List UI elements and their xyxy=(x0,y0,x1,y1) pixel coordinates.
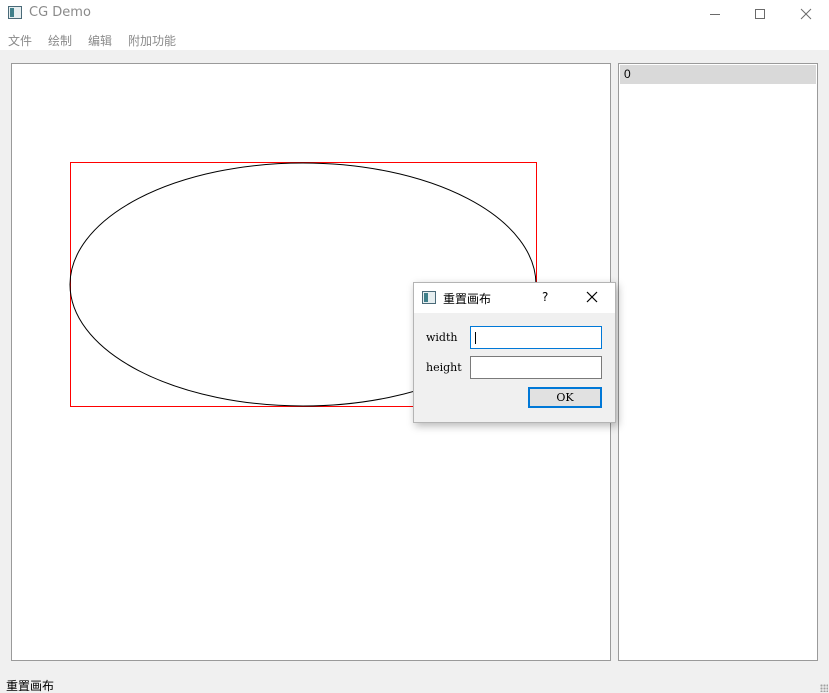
shape-list[interactable]: 0 xyxy=(618,63,818,661)
text-caret xyxy=(475,332,476,344)
width-label: width xyxy=(426,331,458,344)
list-item[interactable]: 0 xyxy=(620,65,816,84)
help-button[interactable]: ? xyxy=(542,290,548,304)
close-button[interactable] xyxy=(783,0,829,28)
ok-button[interactable]: OK xyxy=(528,387,602,408)
title-bar: CG Demo xyxy=(0,0,829,28)
dialog-window-icon xyxy=(422,291,436,304)
dialog-title: 重置画布 xyxy=(443,292,492,306)
window-title: CG Demo xyxy=(29,5,91,20)
resize-grip-icon[interactable] xyxy=(820,684,828,692)
dialog-close-icon[interactable] xyxy=(584,289,600,305)
maximize-button[interactable] xyxy=(737,0,783,28)
width-input[interactable] xyxy=(470,326,602,349)
menu-extra-features[interactable]: 附加功能 xyxy=(128,32,176,49)
minimize-icon xyxy=(710,13,720,15)
status-bar: 重置画布 xyxy=(0,676,829,693)
maximize-icon xyxy=(755,9,765,19)
menu-draw[interactable]: 绘制 xyxy=(48,32,72,49)
height-label: height xyxy=(426,361,462,374)
menu-file[interactable]: 文件 xyxy=(8,32,32,49)
app-window-icon xyxy=(8,6,22,19)
minimize-button[interactable] xyxy=(692,0,738,28)
menu-edit[interactable]: 编辑 xyxy=(88,32,112,49)
reset-canvas-dialog: 重置画布 ? width height OK xyxy=(413,282,616,423)
close-icon xyxy=(800,8,812,20)
dialog-title-bar: 重置画布 ? xyxy=(414,283,615,313)
height-input[interactable] xyxy=(470,356,602,379)
menu-bar: 文件 绘制 编辑 附加功能 xyxy=(0,28,829,50)
status-message: 重置画布 xyxy=(6,679,55,693)
